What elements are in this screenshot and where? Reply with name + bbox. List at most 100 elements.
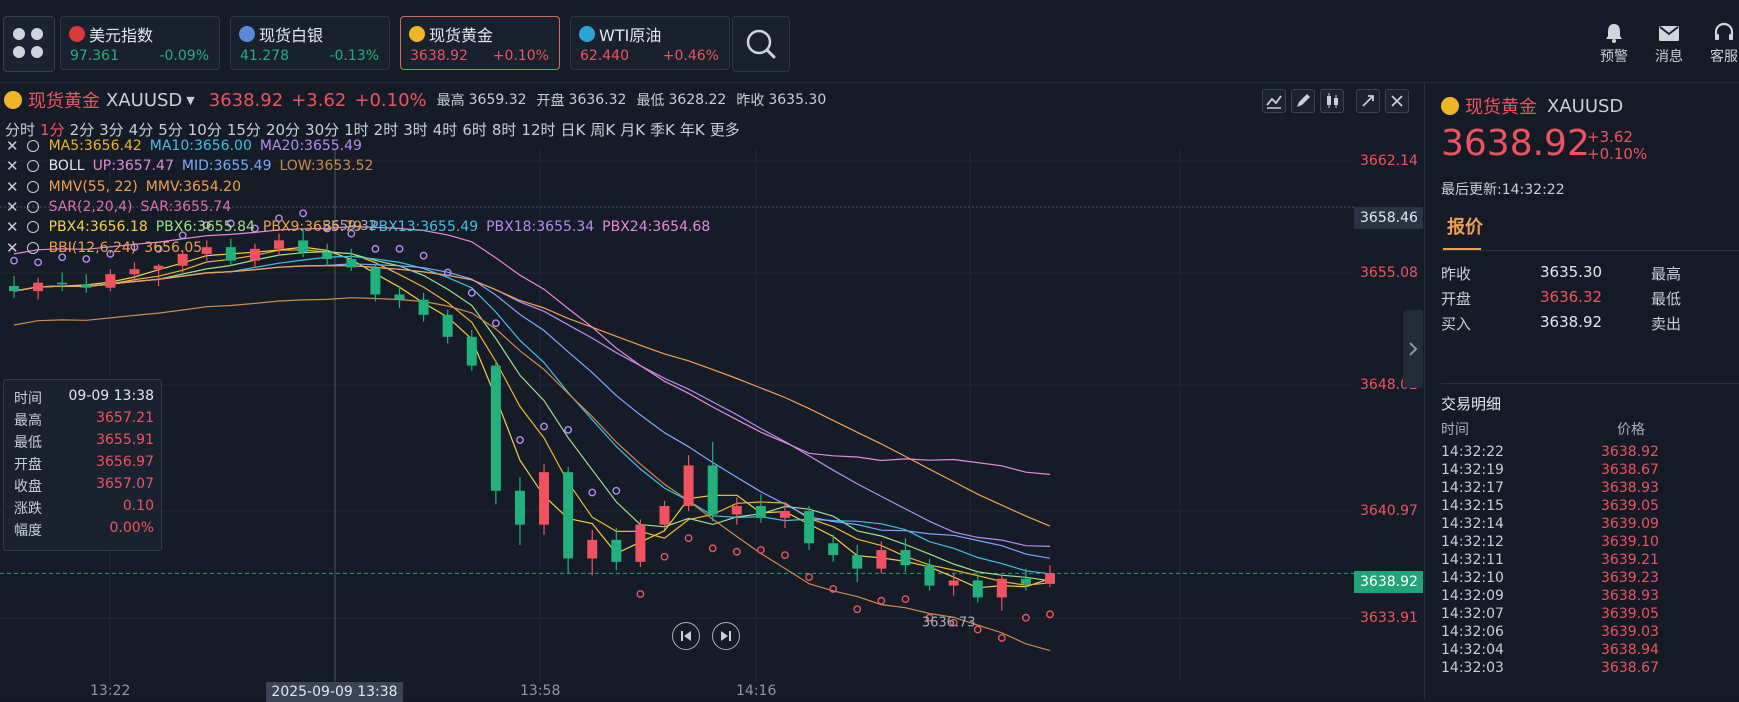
candle[interactable] bbox=[249, 243, 260, 268]
candle[interactable] bbox=[972, 573, 983, 603]
trade-row: 14:32:15 3639.05 bbox=[1441, 498, 1739, 516]
last-update-time: 14:32:22 bbox=[1501, 182, 1565, 198]
candle[interactable] bbox=[611, 528, 622, 571]
period-tab[interactable]: 日K bbox=[560, 119, 590, 143]
candle-body bbox=[924, 565, 935, 586]
candle[interactable] bbox=[514, 477, 525, 545]
candle[interactable] bbox=[804, 506, 815, 551]
indicator-settings-icon[interactable] bbox=[26, 160, 39, 173]
draw-tool-button[interactable] bbox=[1291, 89, 1315, 113]
chevron-down-icon[interactable]: ▼ bbox=[186, 94, 194, 107]
candle[interactable] bbox=[33, 277, 44, 300]
symbol-name[interactable]: 现货黄金 bbox=[28, 87, 100, 113]
candle[interactable] bbox=[876, 541, 887, 574]
period-tab[interactable]: 3时 bbox=[402, 119, 432, 143]
close-chart-button[interactable] bbox=[1385, 89, 1409, 113]
candle[interactable] bbox=[683, 455, 694, 512]
quote-card[interactable]: 美元指数 97.361 -0.09% bbox=[60, 16, 220, 70]
remove-indicator-icon[interactable]: ✕ bbox=[6, 239, 19, 257]
candle[interactable] bbox=[707, 441, 718, 522]
candle-body bbox=[659, 506, 670, 525]
candle-body bbox=[900, 550, 911, 566]
skip-back-icon bbox=[681, 631, 691, 641]
period-tab[interactable]: 季K bbox=[649, 119, 679, 143]
app-grid-button[interactable] bbox=[3, 16, 55, 72]
candle[interactable] bbox=[1045, 565, 1055, 588]
quote-card[interactable]: 现货白银 41.278 -0.13% bbox=[230, 16, 390, 70]
remove-indicator-icon[interactable]: ✕ bbox=[6, 157, 19, 175]
period-tab[interactable]: 6时 bbox=[461, 119, 491, 143]
side-panel-toggle[interactable] bbox=[1403, 310, 1423, 388]
prev-button[interactable] bbox=[672, 622, 700, 650]
quote-label: 昨收 bbox=[1441, 265, 1472, 283]
candle[interactable] bbox=[852, 544, 863, 583]
remove-indicator-icon[interactable]: ✕ bbox=[6, 178, 19, 196]
quote-value: 3635.30 bbox=[1540, 263, 1603, 281]
remove-indicator-icon[interactable]: ✕ bbox=[6, 137, 19, 155]
sar-dot bbox=[491, 319, 500, 328]
alert-button[interactable]: 预警 bbox=[1588, 22, 1640, 66]
candle[interactable] bbox=[346, 248, 357, 271]
remove-indicator-icon[interactable]: ✕ bbox=[6, 198, 19, 216]
candle-body bbox=[755, 506, 766, 518]
indicator-value: PBX13:3655.49 bbox=[370, 219, 479, 236]
indicator-value: LOW:3653.52 bbox=[279, 158, 374, 175]
message-button[interactable]: 消息 bbox=[1643, 22, 1695, 66]
period-tab[interactable]: 4时 bbox=[432, 119, 462, 143]
candle[interactable] bbox=[322, 243, 333, 266]
candle[interactable] bbox=[539, 463, 550, 535]
period-tab[interactable]: 周K bbox=[589, 119, 619, 143]
candle[interactable] bbox=[996, 575, 1007, 611]
candle[interactable] bbox=[490, 360, 501, 505]
candle[interactable] bbox=[370, 264, 381, 302]
candle[interactable] bbox=[9, 275, 19, 298]
period-tab[interactable]: 8时 bbox=[491, 119, 521, 143]
tooltip-amp: 0.00% bbox=[109, 520, 154, 536]
remove-indicator-icon[interactable]: ✕ bbox=[6, 218, 19, 236]
period-tab[interactable]: 12时 bbox=[520, 119, 559, 143]
trade-time: 14:32:04 bbox=[1441, 642, 1504, 658]
candle[interactable] bbox=[1020, 568, 1031, 591]
candle[interactable] bbox=[105, 269, 116, 292]
period-tab[interactable]: 年K bbox=[679, 119, 709, 143]
tooltip-open-label: 开盘 bbox=[14, 457, 42, 473]
sar-dot bbox=[1046, 610, 1054, 619]
candle[interactable] bbox=[635, 519, 646, 567]
symbol-code[interactable]: XAUUSD bbox=[106, 90, 182, 111]
candle[interactable] bbox=[225, 238, 236, 266]
search-button[interactable] bbox=[732, 16, 790, 72]
indicator-value: PBX18:3655.34 bbox=[486, 219, 595, 236]
indicator-tool-button[interactable] bbox=[1262, 89, 1286, 113]
indicator-settings-icon[interactable] bbox=[26, 241, 39, 254]
divider bbox=[1441, 250, 1739, 251]
period-tab[interactable]: 2时 bbox=[373, 119, 403, 143]
candle[interactable] bbox=[731, 497, 742, 525]
candle-body bbox=[490, 365, 501, 491]
indicator-settings-icon[interactable] bbox=[26, 221, 39, 234]
more-periods-button[interactable]: 更多 bbox=[709, 119, 744, 143]
quote-panel-name: 现货黄金 bbox=[1465, 97, 1537, 118]
last-update: 最后更新:14:32:22 bbox=[1441, 179, 1565, 199]
indicator-value: BBI(12,6,24) bbox=[48, 239, 137, 256]
service-button[interactable]: 客服 bbox=[1698, 22, 1739, 66]
candle-style-button[interactable] bbox=[1320, 89, 1344, 113]
indicator-settings-icon[interactable] bbox=[26, 200, 39, 213]
quote-card[interactable]: 现货黄金 3638.92 +0.10% bbox=[400, 16, 560, 70]
period-tab[interactable]: 月K bbox=[619, 119, 649, 143]
candle[interactable] bbox=[563, 467, 574, 574]
tab-quote[interactable]: 报价 bbox=[1447, 213, 1483, 239]
trade-price: 3639.21 bbox=[1601, 552, 1659, 568]
next-button[interactable] bbox=[712, 622, 740, 650]
candle[interactable] bbox=[418, 292, 429, 322]
candle[interactable] bbox=[587, 529, 598, 576]
indicator-value: 3656.05 bbox=[144, 239, 203, 256]
indicator-settings-icon[interactable] bbox=[26, 140, 39, 152]
quote-card[interactable]: WTI原油 62.440 +0.46% bbox=[570, 16, 730, 70]
candle[interactable] bbox=[81, 274, 92, 293]
candle[interactable] bbox=[755, 494, 766, 523]
candle[interactable] bbox=[57, 272, 68, 292]
trade-row: 14:32:12 3639.10 bbox=[1441, 534, 1739, 552]
expand-button[interactable] bbox=[1356, 89, 1380, 113]
indicator-settings-icon[interactable] bbox=[26, 180, 39, 193]
candle[interactable] bbox=[948, 573, 959, 596]
